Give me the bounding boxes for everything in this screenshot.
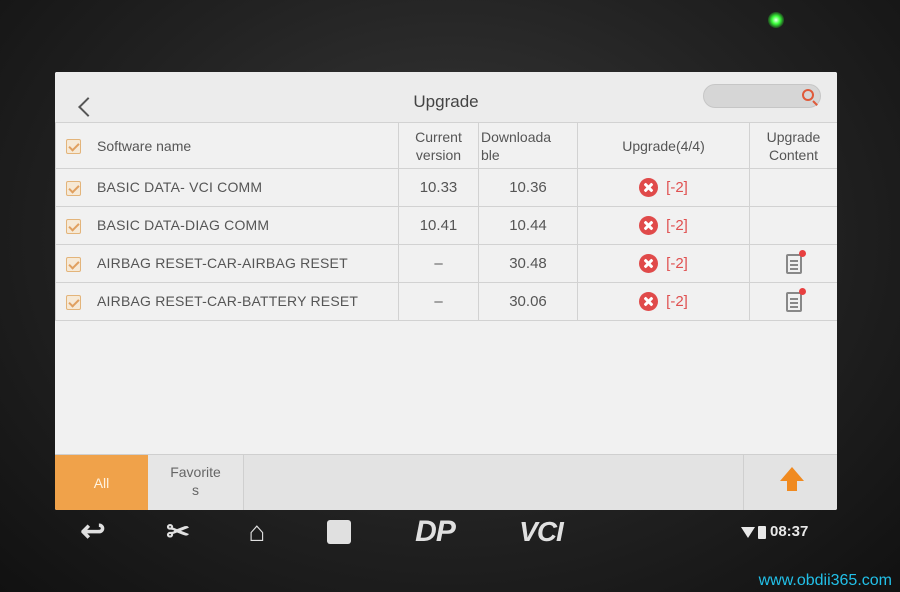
error-icon	[639, 254, 659, 273]
upgrade-button[interactable]	[743, 455, 837, 510]
software-table: Software name Current version Downloada …	[55, 122, 837, 454]
table-header-row: Software name Current version Downloada …	[55, 122, 837, 169]
current-version-cell: 10.41	[398, 206, 479, 245]
notification-dot	[798, 287, 806, 295]
software-name-cell: AIRBAG RESET-CAR-AIRBAG RESET	[55, 244, 399, 283]
error-icon	[639, 216, 659, 235]
table-row[interactable]: AIRBAG RESET-CAR-AIRBAG RESET – 30.48 [-…	[55, 244, 837, 283]
tab-favorites[interactable]: Favorite s	[148, 455, 244, 510]
scissors-icon[interactable]: ✂	[160, 516, 196, 548]
software-name-cell: BASIC DATA- VCI COMM	[55, 168, 399, 207]
upgrade-status-cell: [-2]	[577, 168, 750, 207]
wifi-icon	[741, 526, 755, 538]
status-area: 08:37	[741, 522, 808, 542]
current-version-cell: –	[398, 282, 479, 321]
downloadable-cell: 10.44	[478, 206, 578, 245]
system-navbar: ↩ ✂ ⌂ DP VCI 08:37	[55, 512, 837, 552]
clock: 08:37	[770, 523, 809, 540]
search-input[interactable]	[703, 84, 821, 108]
table-row[interactable]: BASIC DATA- VCI COMM 10.33 10.36 [-2]	[55, 168, 837, 207]
upgrade-status-cell: [-2]	[577, 206, 750, 245]
upload-arrow-icon	[780, 467, 804, 491]
header-upgrade: Upgrade(4/4)	[577, 122, 750, 169]
tab-all[interactable]: All	[55, 455, 148, 510]
search-icon[interactable]	[802, 89, 814, 101]
home-icon[interactable]: ⌂	[238, 516, 276, 548]
header-software-name: Software name	[55, 122, 399, 169]
error-icon	[639, 292, 659, 311]
upgrade-content-cell	[749, 168, 837, 207]
recent-apps-icon[interactable]	[323, 516, 355, 548]
nav-back-icon[interactable]: ↩	[73, 516, 113, 548]
document-notes-icon[interactable]	[785, 249, 806, 274]
watermark: www.obdii365.com	[758, 572, 892, 589]
notification-dot	[798, 249, 806, 257]
header-downloadable: Downloada ble	[478, 122, 578, 169]
upgrade-status-cell: [-2]	[577, 244, 750, 283]
device-screen: Upgrade Software name Current version Do…	[55, 72, 837, 510]
bottom-bar: All Favorite s	[55, 454, 837, 510]
header-upgrade-content: Upgrade Content	[749, 122, 837, 169]
vci-button[interactable]: VCI	[510, 516, 572, 548]
upgrade-content-cell	[749, 206, 837, 245]
current-version-cell: –	[398, 244, 479, 283]
software-name-cell: BASIC DATA-DIAG COMM	[55, 206, 399, 245]
select-all-checkbox[interactable]	[66, 139, 81, 155]
document-notes-icon[interactable]	[785, 287, 806, 312]
error-icon	[639, 178, 659, 197]
power-led	[768, 12, 784, 28]
software-name-cell: AIRBAG RESET-CAR-BATTERY RESET	[55, 282, 399, 321]
upgrade-content-cell	[749, 244, 837, 283]
downloadable-cell: 30.06	[478, 282, 578, 321]
current-version-cell: 10.33	[398, 168, 479, 207]
downloadable-cell: 30.48	[478, 244, 578, 283]
table-row[interactable]: AIRBAG RESET-CAR-BATTERY RESET – 30.06 […	[55, 282, 837, 321]
row-checkbox[interactable]	[66, 256, 81, 272]
table-row[interactable]: BASIC DATA-DIAG COMM 10.41 10.44 [-2]	[55, 206, 837, 245]
upgrade-status-cell: [-2]	[577, 282, 750, 321]
row-checkbox[interactable]	[66, 294, 81, 310]
battery-icon	[758, 525, 766, 539]
upgrade-content-cell	[749, 282, 837, 321]
header-current-version: Current version	[398, 122, 479, 169]
row-checkbox[interactable]	[66, 218, 81, 234]
dp-button[interactable]: DP	[405, 516, 465, 548]
downloadable-cell: 10.36	[478, 168, 578, 207]
row-checkbox[interactable]	[66, 180, 81, 196]
title-bar: Upgrade	[55, 72, 837, 122]
